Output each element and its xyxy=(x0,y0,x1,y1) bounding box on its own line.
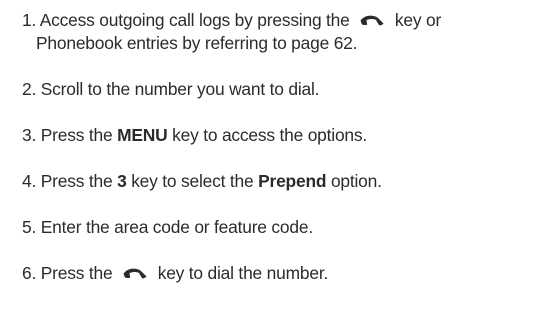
step-text: Scroll to the number you want to dial. xyxy=(40,79,320,99)
step-3: 3. Press the MENU key to access the opti… xyxy=(22,124,528,147)
step-4: 4. Press the 3 key to select the Prepend… xyxy=(22,170,528,193)
step-number: 6. xyxy=(22,263,37,283)
step-number: 1. xyxy=(22,10,37,30)
send-key-icon xyxy=(121,265,149,281)
step-2: 2. Scroll to the number you want to dial… xyxy=(22,78,528,101)
step-text: Press the xyxy=(40,171,113,191)
step-text: key to access the options. xyxy=(172,125,368,145)
step-text: key to dial the number. xyxy=(157,263,329,283)
send-key-icon xyxy=(358,12,386,28)
instruction-steps: 1. Access outgoing call logs by pressing… xyxy=(22,9,528,285)
step-text: key or xyxy=(394,10,442,30)
prepend-option-label: Prepend xyxy=(258,171,327,191)
step-5: 5. Enter the area code or feature code. xyxy=(22,216,528,239)
step-1: 1. Access outgoing call logs by pressing… xyxy=(22,9,528,55)
step-text: option. xyxy=(330,171,382,191)
step-text: key to select the xyxy=(131,171,254,191)
step-6: 6. Press the key to dial the number. xyxy=(22,262,528,285)
step-text: Enter the area code or feature code. xyxy=(40,217,313,237)
step-number: 2. xyxy=(22,79,37,99)
step-number: 3. xyxy=(22,125,37,145)
step-text: Press the xyxy=(40,125,113,145)
step-text: Access outgoing call logs by pressing th… xyxy=(39,10,350,30)
key-3-label: 3 xyxy=(117,171,127,191)
menu-key-label: MENU xyxy=(117,125,168,145)
step-number: 5. xyxy=(22,217,37,237)
step-text-continued: Phonebook entries by referring to page 6… xyxy=(36,33,358,53)
step-number: 4. xyxy=(22,171,37,191)
step-text: Press the xyxy=(40,263,113,283)
